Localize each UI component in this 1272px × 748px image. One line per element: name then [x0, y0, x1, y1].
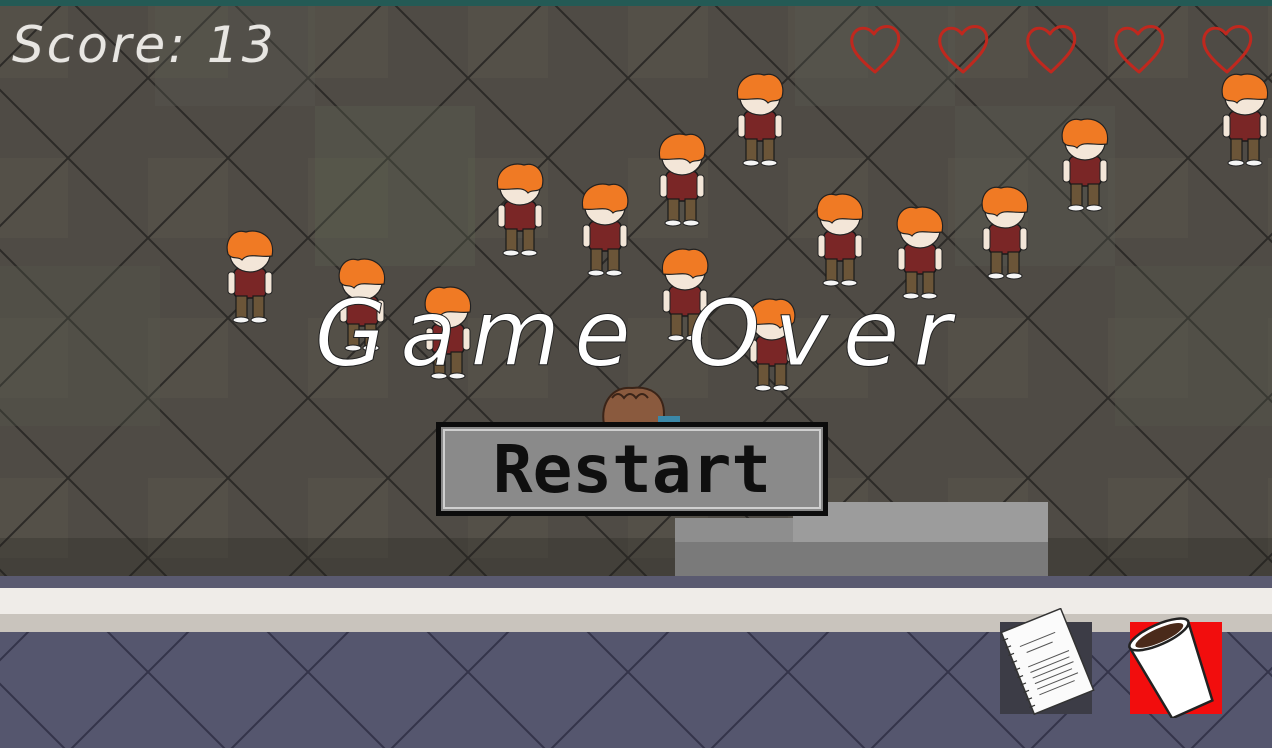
heart-outline-icon: [938, 25, 989, 74]
game-over-title: Game Over: [314, 280, 966, 388]
enemy-sprite: [658, 133, 706, 227]
game-stage: Score: 13 Game Over Restart: [0, 0, 1272, 748]
inventory-slot-coffee[interactable]: [1127, 617, 1222, 718]
score-label: Score: 13: [12, 16, 277, 74]
document-icon: [1000, 608, 1095, 716]
enemy-sprite: [226, 230, 274, 324]
enemy-sprite: [981, 186, 1029, 280]
enemy-sprite: [816, 193, 864, 287]
inventory-slot-document[interactable]: [1000, 608, 1095, 716]
restart-button[interactable]: Restart: [436, 422, 828, 516]
enemy-sprite: [1221, 73, 1269, 167]
heart-outline-icon: [1026, 25, 1077, 74]
enemy-sprite: [496, 163, 544, 257]
heart-outline-icon: [1202, 25, 1253, 74]
lives-bar: [840, 20, 1272, 80]
heart-outline-icon: [1114, 25, 1165, 74]
enemy-sprite: [581, 183, 629, 277]
coffee-cup-icon: [1127, 617, 1214, 718]
enemy-sprite: [736, 73, 784, 167]
enemy-sprite: [1061, 118, 1109, 212]
heart-outline-icon: [850, 25, 901, 74]
